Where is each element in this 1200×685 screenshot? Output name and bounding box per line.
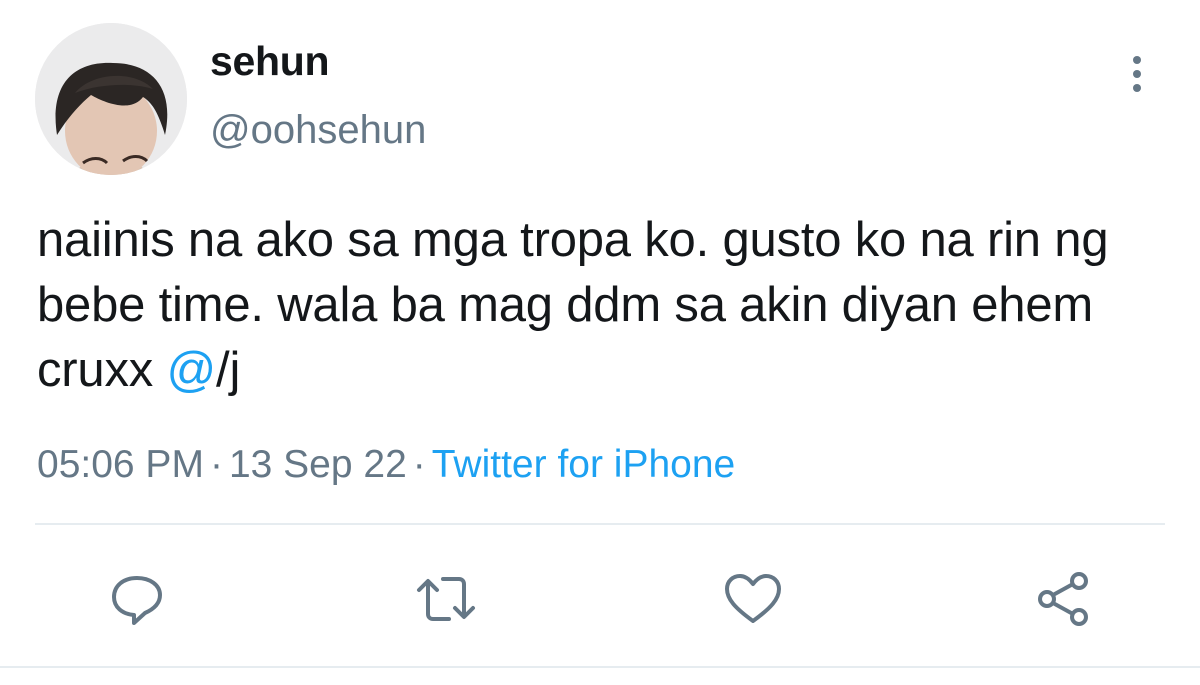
reply-icon <box>108 570 166 628</box>
retweet-button[interactable] <box>413 566 479 632</box>
tweet-date[interactable]: 13 Sep 22 <box>229 443 407 486</box>
tweet-card: sehun @oohsehun naiinis na ako sa mga tr… <box>0 0 1200 685</box>
reply-button[interactable] <box>104 566 170 632</box>
tweet-source-link[interactable]: Twitter for iPhone <box>432 443 735 486</box>
mention-link[interactable]: @ <box>166 343 216 397</box>
more-options-button[interactable] <box>1120 52 1154 96</box>
more-icon-dot <box>1133 56 1141 64</box>
tweet-time[interactable]: 05:06 PM <box>37 443 204 486</box>
separator: · <box>412 443 426 486</box>
retweet-icon <box>415 570 477 628</box>
user-handle[interactable]: @oohsehun <box>210 108 426 153</box>
like-button[interactable] <box>720 566 786 632</box>
more-icon-dot <box>1133 70 1141 78</box>
tweet-body-tail: /j <box>216 343 241 397</box>
share-button[interactable] <box>1030 566 1096 632</box>
tweet-meta: 05:06 PM · 13 Sep 22 · Twitter for iPhone <box>37 443 735 487</box>
avatar[interactable] <box>35 23 187 175</box>
separator: · <box>209 443 223 486</box>
divider <box>0 666 1200 668</box>
heart-icon <box>723 571 783 627</box>
display-name[interactable]: sehun <box>210 38 330 85</box>
more-icon-dot <box>1133 84 1141 92</box>
tweet-text: naiinis na ako sa mga tropa ko. gusto ko… <box>37 208 1177 403</box>
divider <box>35 523 1165 525</box>
share-icon <box>1033 569 1093 629</box>
